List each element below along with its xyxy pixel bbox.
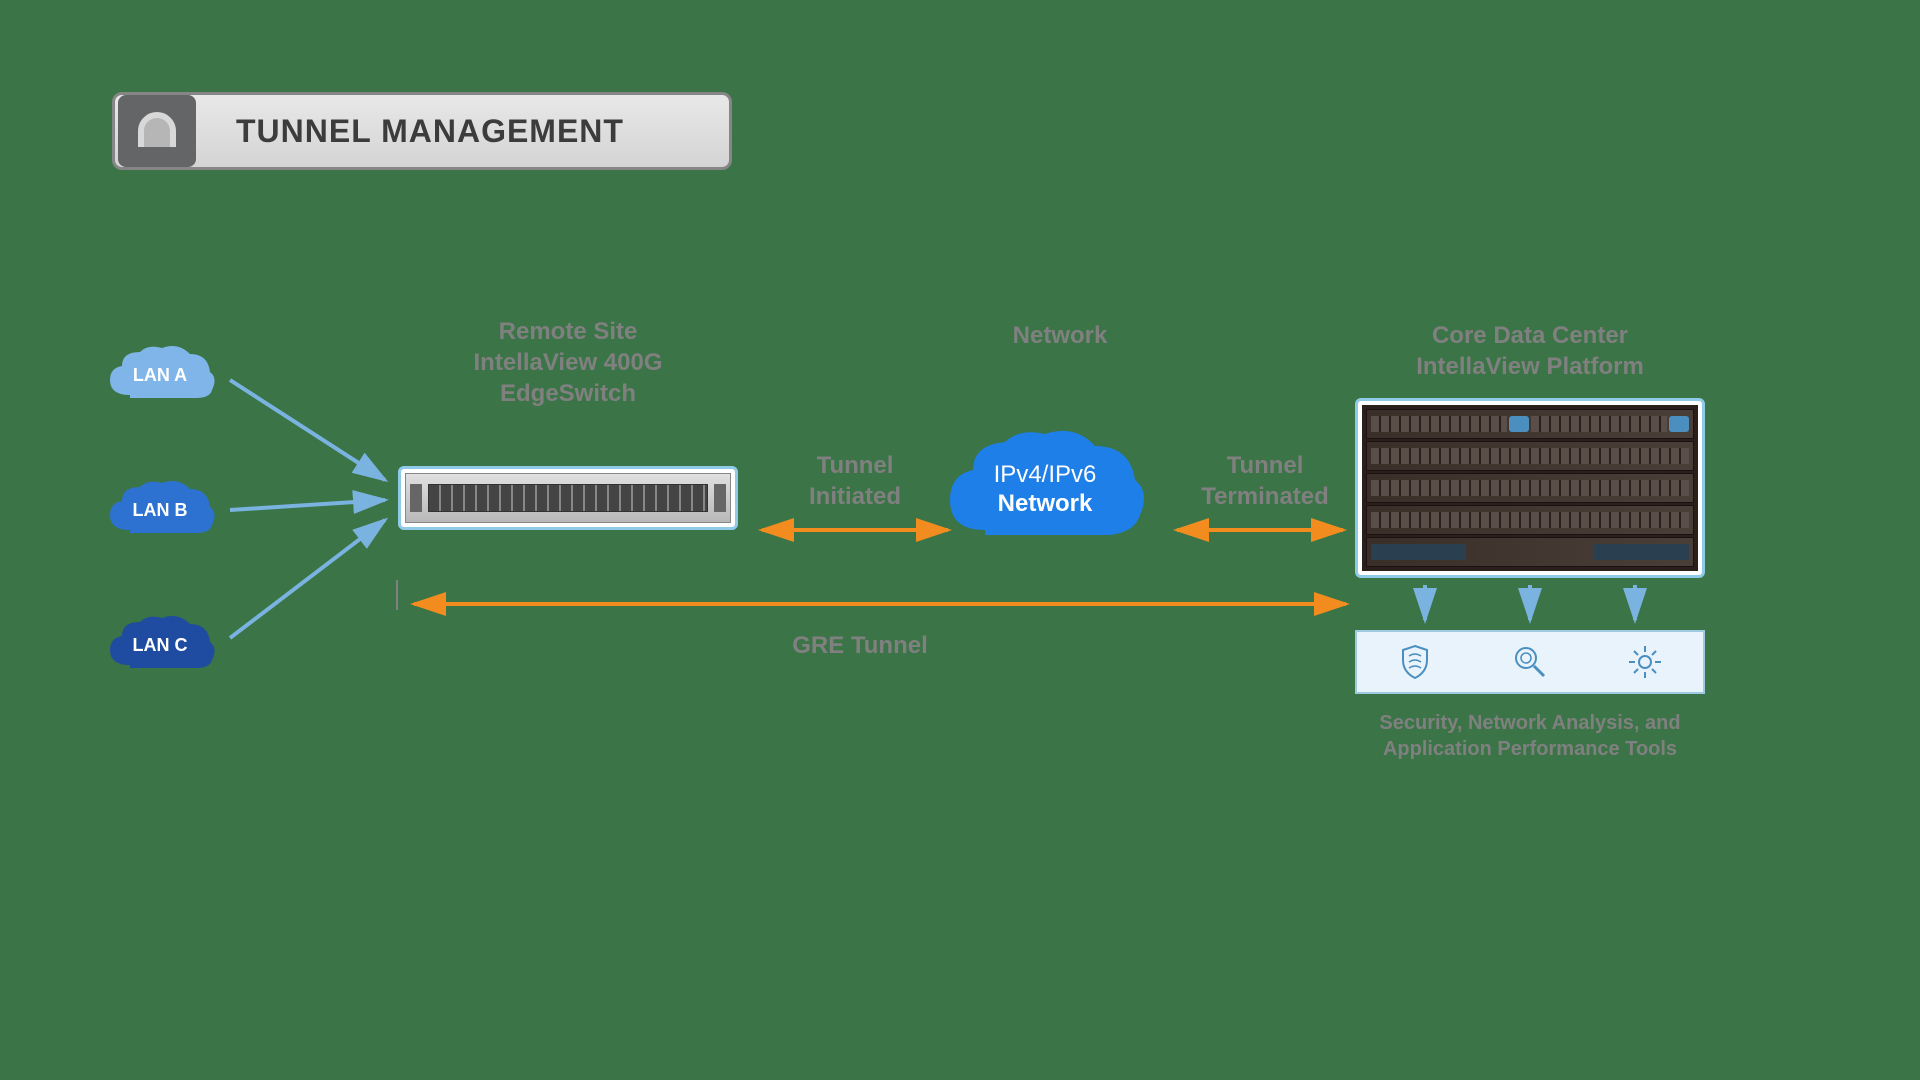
tools-label: Security, Network Analysis, and Applicat…: [1335, 710, 1725, 762]
lan-c-label: LAN C: [133, 635, 188, 656]
network-cloud-line1: IPv4/IPv6: [994, 461, 1097, 490]
tools-box: [1355, 630, 1705, 694]
gear-icon: [1624, 641, 1666, 683]
gre-tunnel-label: GRE Tunnel: [760, 630, 960, 661]
arrows-chassis-tools: [1405, 580, 1665, 630]
lan-arrows: [220, 370, 400, 650]
arrow-cloud-chassis: [1165, 520, 1355, 540]
remote-site-label: Remote Site IntellaView 400G EdgeSwitch: [398, 316, 738, 410]
tunnel-initiated-label: TunnelInitiated: [770, 450, 940, 512]
title-bar: TUNNEL MANAGEMENT: [112, 92, 732, 170]
edge-switch-device: [398, 466, 738, 530]
title-text: TUNNEL MANAGEMENT: [236, 113, 624, 150]
lan-b-cloud: LAN B: [100, 475, 220, 545]
lan-a-label: LAN A: [133, 365, 187, 386]
network-section-label: Network: [960, 320, 1160, 351]
magnify-icon: [1509, 641, 1551, 683]
core-chassis-device: [1355, 398, 1705, 578]
arrow-switch-cloud: [750, 520, 960, 540]
lan-a-cloud: LAN A: [100, 340, 220, 410]
network-cloud: IPv4/IPv6 Network: [945, 425, 1145, 555]
tunnel-icon: [118, 95, 196, 167]
shield-icon: [1394, 641, 1436, 683]
gre-bracket-left: [396, 580, 398, 610]
tunnel-terminated-label: TunnelTerminated: [1175, 450, 1355, 512]
gre-tunnel-arrow: [400, 594, 1360, 614]
lan-b-label: LAN B: [133, 500, 188, 521]
lan-c-cloud: LAN C: [100, 610, 220, 680]
network-cloud-line2: Network: [998, 490, 1093, 519]
core-data-center-label: Core Data Center IntellaView Platform: [1355, 320, 1705, 382]
